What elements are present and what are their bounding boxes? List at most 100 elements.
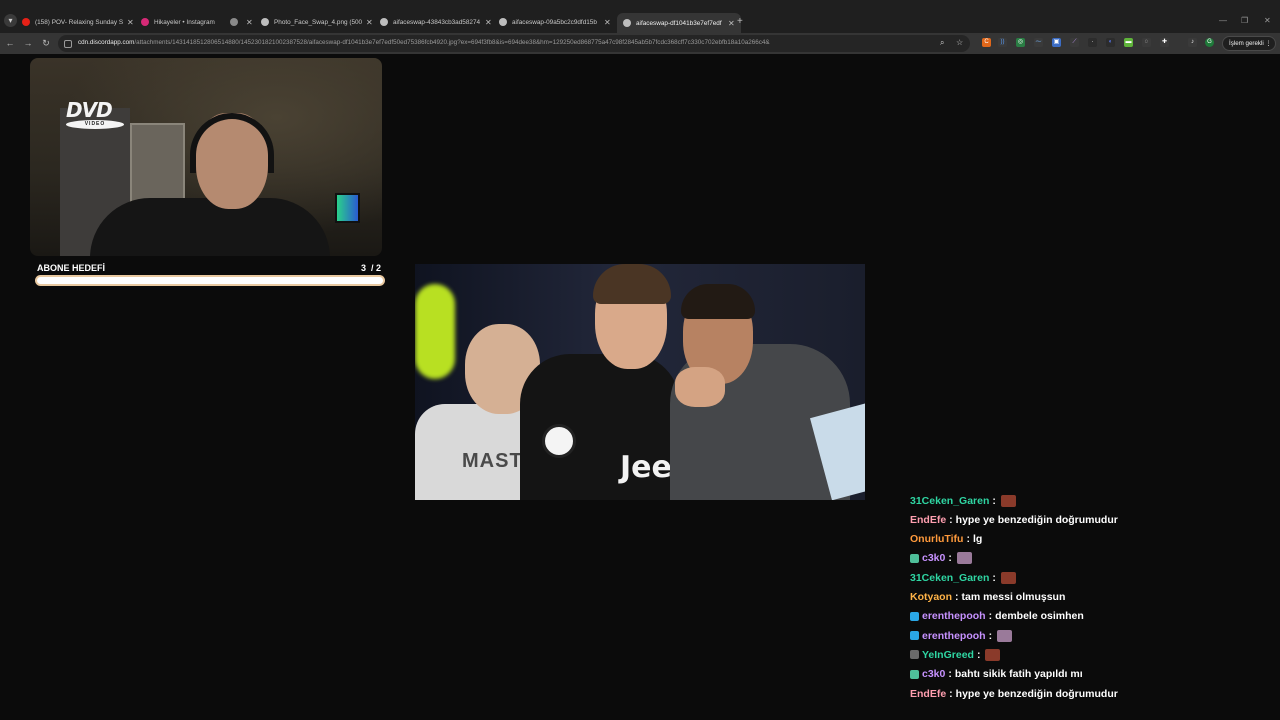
chat-separator: : <box>955 591 959 603</box>
chat-username[interactable]: c3k0 <box>922 668 945 680</box>
chat-separator: : <box>966 533 970 546</box>
chat-username[interactable]: erenthepooh <box>922 610 986 622</box>
back-icon[interactable]: ← <box>4 38 16 48</box>
media-control-icon[interactable]: ♪ <box>1188 38 1197 47</box>
streamer <box>90 113 330 256</box>
extension-icon[interactable]: ▣ <box>1052 38 1061 47</box>
address-bar[interactable]: cdn.discordapp.com/attachments/143141851… <box>58 35 970 52</box>
tab-5[interactable]: aifaceswap-09a5bc2c9dfd15b ✕ <box>499 14 611 30</box>
sub-goal-track <box>37 277 383 284</box>
chat-emote-icon <box>1000 494 1016 507</box>
chat-message: erenthepooh: dembele osimhen <box>910 607 1084 626</box>
hand-over-mouth <box>675 367 725 407</box>
chat-text: tam messi olmuşsun <box>961 591 1066 603</box>
tab-3[interactable]: Photo_Face_Swap_4.png (500× ✕ <box>261 14 373 30</box>
tab-favicon-icon <box>230 18 238 26</box>
sub-goal-progress-bar <box>35 275 385 286</box>
profile-avatar-icon[interactable]: G <box>1205 38 1214 47</box>
extension-icon[interactable]: ▬ <box>1124 38 1133 47</box>
chat-separator: : <box>948 668 952 681</box>
tab-title: (158) POV- Relaxing Sunday Sh <box>35 18 123 26</box>
tab-favicon-icon <box>141 18 149 26</box>
chat-badge-icon <box>910 650 919 660</box>
tab-search-button[interactable]: ▾ <box>4 14 17 27</box>
zoom-icon[interactable]: ⌕ <box>940 38 944 48</box>
chat-separator: : <box>948 552 952 565</box>
sub-goal-label: ABONE HEDEFİ <box>37 263 106 273</box>
chat-username[interactable]: YeInGreed <box>922 649 974 661</box>
chat-username[interactable]: erenthepooh <box>922 630 986 642</box>
streamer-shirt <box>90 198 330 256</box>
extension-icon[interactable]: ◐ <box>1106 38 1115 47</box>
new-tab-button[interactable]: + <box>737 16 743 27</box>
tab-title: Photo_Face_Swap_4.png (500× <box>274 18 362 26</box>
extensions-puzzle-icon[interactable]: ✚ <box>1160 38 1169 47</box>
site-info-icon[interactable] <box>64 40 72 48</box>
chat-separator: : <box>949 687 953 700</box>
chat-emote-icon <box>997 629 1013 642</box>
chat-message: c3k0: bahtı sikik fatih yapıldı mı <box>910 665 1083 684</box>
tab-close-icon[interactable]: ✕ <box>604 18 611 27</box>
tab-6[interactable]: aifaceswap-df1041b3e7ef7edf ✕ <box>617 13 741 33</box>
chat-badge-icon <box>910 553 919 563</box>
bookmark-star-icon[interactable]: ☆ <box>956 38 963 47</box>
restore-icon[interactable]: ❐ <box>1241 16 1248 25</box>
tab-title: Hikayeler • Instagram <box>154 18 215 26</box>
displayed-image[interactable]: MASTA Jeep <box>415 264 865 500</box>
tab-close-icon[interactable]: ✕ <box>485 18 492 27</box>
chat-username[interactable]: EndEfe <box>910 514 946 526</box>
chat-text: bahtı sikik fatih yapıldı mı <box>954 668 1083 681</box>
chat-separator: : <box>988 610 993 623</box>
close-window-icon[interactable]: ✕ <box>1264 16 1271 25</box>
chat-message: 31Ceken_Garen: <box>910 568 1016 587</box>
tab-4[interactable]: aifaceswap-43843cb3ad58274 ✕ <box>380 14 492 30</box>
tab-close-icon[interactable]: ✕ <box>728 19 735 28</box>
reload-icon[interactable]: ↻ <box>40 38 52 49</box>
browser-tab-strip: ▾ (158) POV- Relaxing Sunday Sh ✕ Hikayele… <box>0 0 1280 33</box>
tab-0[interactable]: (158) POV- Relaxing Sunday Sh ✕ <box>22 14 134 30</box>
chat-message: YeInGreed: <box>910 645 1001 664</box>
tab-close-icon[interactable]: ✕ <box>246 18 253 27</box>
chat-username[interactable]: EndEfe <box>910 688 946 700</box>
tab-favicon-icon <box>261 18 269 26</box>
tab-close-icon[interactable]: ✕ <box>366 18 373 27</box>
sub-goal-fill <box>37 277 383 284</box>
tab-2[interactable] <box>230 14 243 30</box>
tab-title: aifaceswap-43843cb3ad58274 <box>393 18 481 26</box>
webcam-feed: DVD VIDEO <box>30 58 382 256</box>
chat-username[interactable]: OnurluTifu <box>910 533 963 545</box>
chat-text: dembele osimhen <box>995 610 1084 623</box>
tab-close-icon[interactable]: ✕ <box>127 18 134 27</box>
tab-favicon-icon <box>499 18 507 26</box>
chat-text: hype ye benzediğin doğrumudur <box>955 513 1118 526</box>
chat-message: Kotyaon: tam messi olmuşsun <box>910 588 1065 607</box>
dvd-logo: DVD VIDEO <box>66 100 126 129</box>
extension-icon[interactable]: ◎ <box>1016 38 1025 47</box>
extension-icon[interactable]: C <box>982 38 991 47</box>
chat-emote-icon <box>1000 571 1016 584</box>
extension-icon[interactable]: ◌ <box>1142 38 1151 47</box>
chat-separator: : <box>992 494 996 507</box>
tab-title: aifaceswap-df1041b3e7ef7edf <box>636 19 722 27</box>
chat-badge-icon <box>910 669 919 679</box>
chat-username[interactable]: 31Ceken_Garen <box>910 495 989 507</box>
headset-icon <box>190 113 274 173</box>
tab-title: aifaceswap-09a5bc2c9dfd15b <box>512 18 597 26</box>
person-hair <box>681 284 755 319</box>
chat-username[interactable]: 31Ceken_Garen <box>910 572 989 584</box>
extension-icon[interactable]: ⟋ <box>1070 38 1079 47</box>
extension-icon[interactable]: · <box>1088 38 1097 47</box>
chat-username[interactable]: Kotyaon <box>910 591 952 603</box>
chat-emote-icon <box>956 552 972 565</box>
forward-icon[interactable]: → <box>22 38 34 48</box>
update-required-button[interactable]: İşlem gerekli ⋮ <box>1222 36 1276 51</box>
tab-favicon-icon <box>623 19 631 27</box>
minimize-icon[interactable]: — <box>1219 16 1227 25</box>
extension-icon[interactable]: )) <box>998 38 1007 47</box>
extension-icon[interactable]: ⁓ <box>1034 38 1043 47</box>
chat-username[interactable]: c3k0 <box>922 552 945 564</box>
sub-goal-count: 3 / 2 <box>361 263 382 273</box>
tab-favicon-icon <box>22 18 30 26</box>
chat-text: hype ye benzediğin doğrumudur <box>955 687 1118 700</box>
chat-message: c3k0: <box>910 549 972 568</box>
